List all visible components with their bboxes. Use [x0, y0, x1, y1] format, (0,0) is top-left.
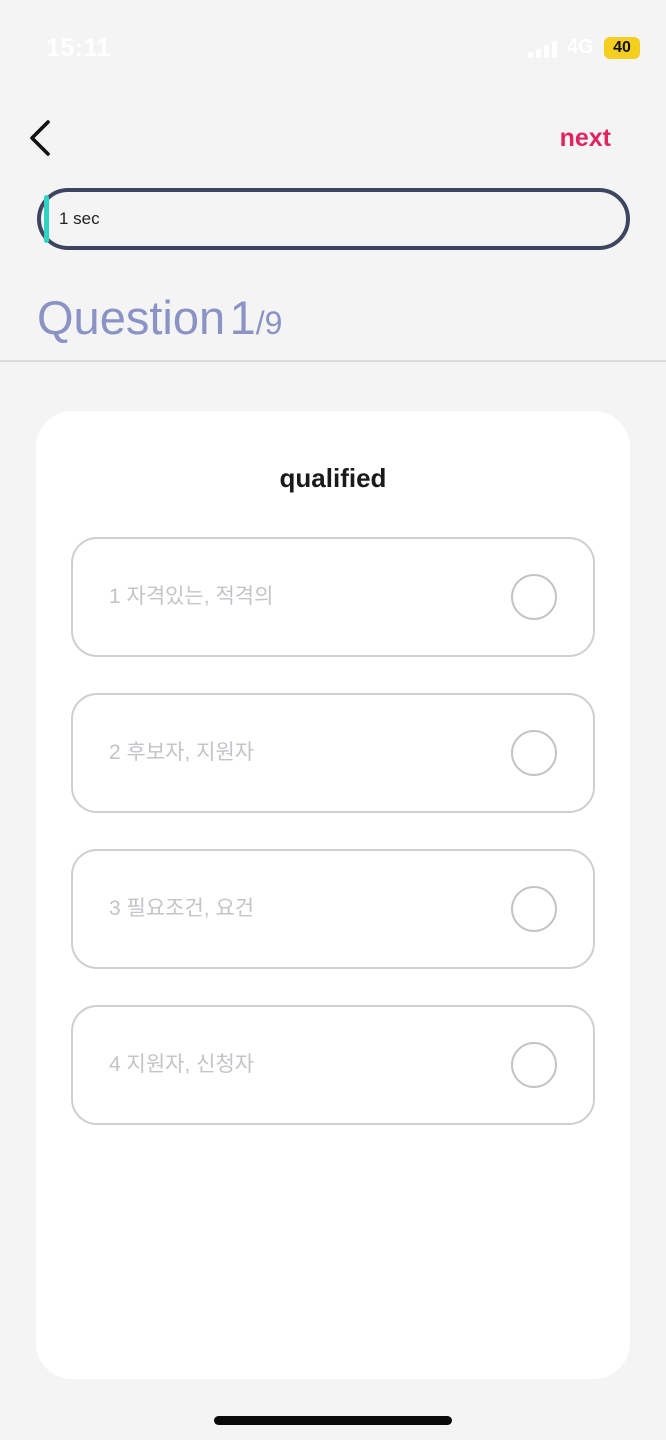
radio-icon[interactable]	[511, 574, 557, 620]
next-button[interactable]: next	[560, 124, 611, 153]
battery-icon: 40	[604, 37, 640, 59]
divider	[0, 360, 666, 362]
timer-bar: 1 sec	[37, 188, 630, 250]
battery-level: 40	[613, 39, 631, 56]
answer-option-text: 4 지원자, 신청자	[109, 1053, 255, 1076]
signal-icon	[528, 40, 560, 58]
question-card: qualified 1 자격있는, 적격의 2 후보자, 지원자 3 필요조건,…	[36, 411, 630, 1379]
radio-icon[interactable]	[511, 730, 557, 776]
answer-option-text: 3 필요조건, 요건	[109, 897, 255, 920]
chevron-left-icon	[30, 120, 50, 156]
back-button[interactable]	[22, 116, 62, 160]
question-heading: Question 1/9	[37, 290, 282, 345]
answer-option-1[interactable]: 1 자격있는, 적격의	[71, 537, 595, 657]
answer-option-4[interactable]: 4 지원자, 신청자	[71, 1005, 595, 1125]
answer-option-3[interactable]: 3 필요조건, 요건	[71, 849, 595, 969]
question-total: /9	[255, 305, 283, 341]
quiz-screen: 15:11 4G 40 next 1 sec Question 1/9 qual…	[0, 0, 666, 1440]
question-current: 1	[229, 291, 256, 344]
vocab-word: qualified	[279, 463, 387, 493]
radio-icon[interactable]	[511, 886, 557, 932]
answer-option-text: 2 후보자, 지원자	[109, 741, 255, 764]
answer-option-text: 1 자격있는, 적격의	[109, 585, 274, 608]
timer-fill	[44, 195, 49, 243]
home-indicator[interactable]	[214, 1416, 452, 1425]
timer-label: 1 sec	[59, 209, 100, 228]
question-label: Question	[37, 291, 226, 344]
network-type: 4G	[567, 36, 594, 58]
status-time: 15:11	[46, 34, 112, 62]
answer-option-2[interactable]: 2 후보자, 지원자	[71, 693, 595, 813]
radio-icon[interactable]	[511, 1042, 557, 1088]
status-bar: 15:11 4G 40	[0, 0, 666, 100]
